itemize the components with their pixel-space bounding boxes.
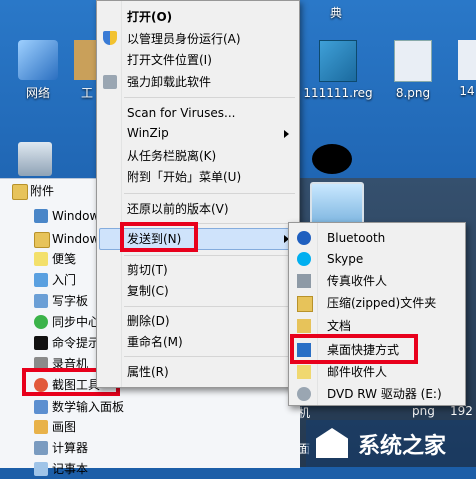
menu-separator [124, 306, 295, 307]
start-item[interactable]: 便笺 [34, 249, 76, 269]
menu-item-pin-start[interactable]: 附到「开始」菜单(U) [127, 167, 241, 187]
file-icon [458, 40, 476, 80]
desktop-icon-png[interactable]: 8.png [388, 40, 438, 100]
start-item[interactable]: 记事本 [34, 459, 88, 479]
network-icon [18, 40, 58, 80]
documents-icon [297, 319, 311, 333]
start-item[interactable]: 同步中心 [34, 312, 100, 332]
uninstall-icon [103, 75, 117, 89]
desktop-icon-14[interactable]: 14 [458, 40, 476, 98]
watermark: 系统之家 [306, 420, 476, 467]
bluetooth-icon [297, 231, 311, 245]
shield-icon [103, 31, 117, 45]
menu-item-winzip[interactable]: WinZip [127, 123, 169, 143]
highlight-desktop-shortcut [290, 334, 418, 364]
watermark-logo-icon [316, 428, 348, 458]
image-file-icon [394, 40, 432, 82]
desktop-icon-label: 111111.reg [303, 86, 373, 100]
menu-separator [124, 255, 295, 256]
menu-item-copy[interactable]: 复制(C) [127, 281, 169, 301]
sendto-bluetooth[interactable]: Bluetooth [327, 228, 385, 248]
mail-icon [297, 365, 311, 379]
menu-item-force-uninstall[interactable]: 强力卸载此软件 [127, 72, 211, 92]
sendto-dvd[interactable]: DVD RW 驱动器 (E:) [327, 384, 442, 404]
black-blob [312, 144, 352, 174]
desktop-icon-label: 14 [459, 84, 475, 98]
context-menu-gutter [121, 1, 122, 387]
png-label: png [412, 404, 435, 418]
start-group-accessories[interactable]: 附件 [12, 181, 54, 201]
send-to-submenu: Bluetooth Skype 传真收件人 压缩(zipped)文件夹 文档 桌… [288, 222, 466, 406]
menu-item-cut[interactable]: 剪切(T) [127, 260, 168, 280]
window-icon [34, 209, 48, 223]
notepad-icon [34, 462, 48, 476]
folder-icon [12, 184, 28, 200]
sendto-documents[interactable]: 文档 [327, 316, 351, 336]
recycle-bin-icon[interactable] [18, 142, 52, 176]
sendto-fax[interactable]: 传真收件人 [327, 271, 387, 291]
math-input-icon [34, 400, 48, 414]
start-item[interactable]: 数学输入面板 [34, 397, 124, 417]
sync-icon [34, 315, 48, 329]
start-item[interactable]: Window [34, 229, 99, 249]
desktop-icon-label: 工 [80, 86, 93, 100]
start-item[interactable]: 画图 [34, 417, 76, 437]
sticky-notes-icon [34, 252, 48, 266]
start-item[interactable]: 写字板 [34, 291, 88, 311]
context-menu: 打开(O) 以管理员身份运行(A) 打开文件位置(I) 强力卸载此软件 Scan… [96, 0, 300, 388]
menu-item-scan-viruses[interactable]: Scan for Viruses... [127, 103, 235, 123]
menu-item-restore-versions[interactable]: 还原以前的版本(V) [127, 199, 229, 219]
fax-icon [297, 274, 311, 288]
menu-item-run-as-admin[interactable]: 以管理员身份运行(A) [127, 29, 241, 49]
top-char: 典 [330, 6, 343, 20]
desktop-icon-network[interactable]: 网络 [8, 40, 68, 101]
paint-icon [34, 420, 48, 434]
menu-item-delete[interactable]: 删除(D) [127, 311, 170, 331]
start-item[interactable]: Window [34, 206, 99, 226]
menu-separator [124, 356, 295, 357]
menu-item-open-location[interactable]: 打开文件位置(I) [127, 50, 212, 70]
desktop-icon-reg[interactable]: 111111.reg [300, 40, 376, 100]
menu-item-unpin-taskbar[interactable]: 从任务栏脱离(K) [127, 146, 216, 166]
sendto-skype[interactable]: Skype [327, 249, 363, 269]
ip-label: 192 [450, 404, 473, 418]
desktop-icon-label: 8.png [395, 86, 431, 100]
start-item[interactable]: 命令提示 [34, 333, 100, 353]
zip-folder-icon [297, 296, 313, 312]
wordpad-icon [34, 294, 48, 308]
menu-item-rename[interactable]: 重命名(M) [127, 332, 183, 352]
submenu-gutter [317, 223, 318, 405]
folder-icon [34, 232, 50, 248]
watermark-text: 系统之家 [358, 434, 447, 459]
getting-started-icon [34, 273, 48, 287]
sendto-zip[interactable]: 压缩(zipped)文件夹 [327, 293, 436, 313]
submenu-arrow-icon [284, 130, 289, 138]
start-item[interactable]: 入门 [34, 270, 76, 290]
menu-separator [124, 97, 295, 98]
calculator-icon [34, 441, 48, 455]
menu-item-open[interactable]: 打开(O) [127, 7, 172, 27]
start-item[interactable]: 计算器 [34, 438, 88, 458]
skype-icon [297, 252, 311, 266]
highlight-send-to [120, 222, 198, 252]
sendto-mail[interactable]: 邮件收件人 [327, 362, 387, 382]
reg-file-icon [319, 40, 357, 82]
cmd-icon [34, 336, 48, 350]
desktop-icon-label: 网络 [25, 86, 50, 100]
menu-separator [124, 193, 295, 194]
menu-item-properties[interactable]: 属性(R) [127, 362, 169, 382]
dvd-drive-icon [297, 387, 311, 401]
